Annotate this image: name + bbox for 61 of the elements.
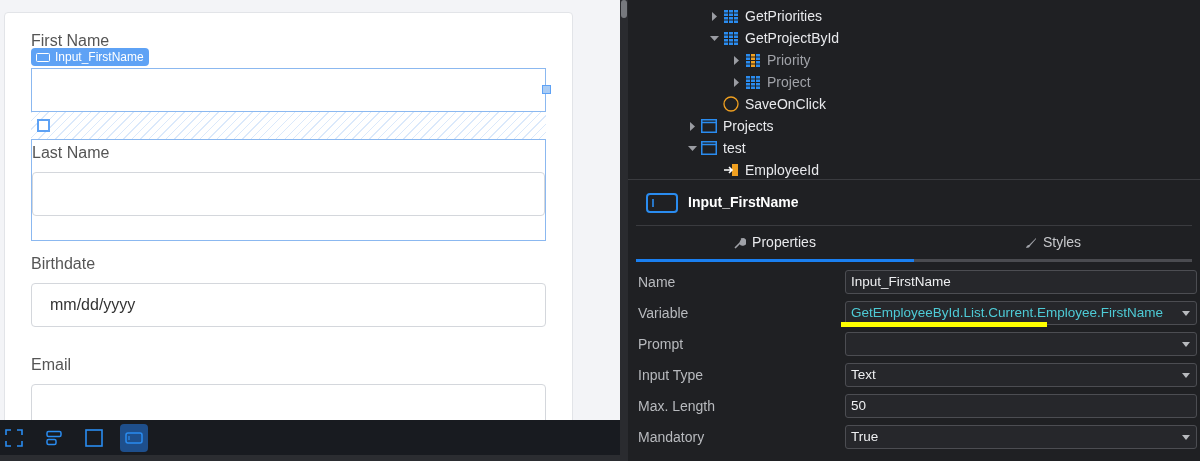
property-label: Max. Length [638, 396, 717, 416]
dropdown-field[interactable]: GetEmployeeById.List.Current.Employee.FirstName [845, 301, 1197, 325]
caret-right-icon[interactable] [710, 11, 719, 21]
field-label: Email [31, 355, 72, 375]
table-icon [723, 8, 739, 24]
dropdown-field[interactable]: True [845, 425, 1197, 449]
tab[interactable]: Properties [636, 226, 914, 262]
caret-down-icon [1182, 310, 1190, 316]
wrench-icon [734, 236, 747, 249]
placeholder-handle[interactable] [37, 119, 50, 132]
caret-down-icon[interactable] [710, 33, 719, 43]
input-field[interactable] [32, 172, 545, 216]
tree-item[interactable]: SaveOnClick [745, 97, 826, 111]
input-icon [646, 192, 678, 213]
tab[interactable]: Styles [914, 226, 1192, 262]
brush-icon [1024, 236, 1037, 249]
frame-icon [5, 428, 23, 447]
field-label: First Name [31, 32, 110, 49]
window-icon [701, 119, 717, 133]
input-field[interactable]: Input_FirstName [845, 270, 1197, 294]
caret-down-icon [1182, 341, 1190, 347]
element-title: Input_FirstName [688, 193, 799, 212]
tree-item[interactable]: EmployeeId [745, 163, 819, 177]
field-label: Last Name [32, 143, 111, 163]
date-field[interactable]: mm/dd/yyyy [31, 283, 546, 327]
tree-item[interactable]: GetPriorities [745, 9, 823, 23]
table-icon [723, 30, 739, 46]
caret-down-icon[interactable] [688, 143, 697, 153]
square-icon [85, 428, 103, 447]
scrollbar[interactable] [620, 0, 628, 461]
toolbar-button[interactable] [120, 423, 148, 452]
caret-down-icon [1182, 372, 1190, 378]
table-icon [745, 74, 761, 90]
tree-item[interactable]: Projects [723, 119, 774, 133]
input-field[interactable]: 50 [845, 394, 1197, 418]
tree-item[interactable]: test [723, 141, 746, 155]
input-icon [125, 431, 143, 444]
layout-icon [46, 429, 62, 446]
input-icon [36, 52, 50, 62]
tree-item[interactable]: Priority [767, 53, 811, 67]
property-label: Mandatory [638, 427, 706, 447]
arrow-in-icon [723, 163, 739, 177]
caret-right-icon[interactable] [732, 55, 741, 65]
table-icon [745, 52, 761, 68]
window-icon [701, 141, 717, 155]
property-label: Prompt [638, 334, 685, 354]
tree-item[interactable]: GetProjectById [745, 31, 840, 45]
dropdown-field[interactable] [845, 332, 1197, 356]
caret-right-icon[interactable] [688, 121, 697, 131]
property-label: Input Type [638, 365, 705, 385]
dropdown-field[interactable]: Text [845, 363, 1197, 387]
tree-item[interactable]: Project [767, 75, 811, 89]
input-field[interactable] [31, 384, 546, 420]
caret-down-icon [1182, 434, 1190, 440]
property-label: Name [638, 272, 677, 292]
caret-right-icon[interactable] [732, 77, 741, 87]
circle-icon [723, 96, 739, 112]
resize-handle[interactable] [542, 85, 551, 94]
property-label: Variable [638, 303, 690, 323]
input-field[interactable] [31, 68, 546, 112]
field-label: Birthdate [31, 254, 97, 274]
